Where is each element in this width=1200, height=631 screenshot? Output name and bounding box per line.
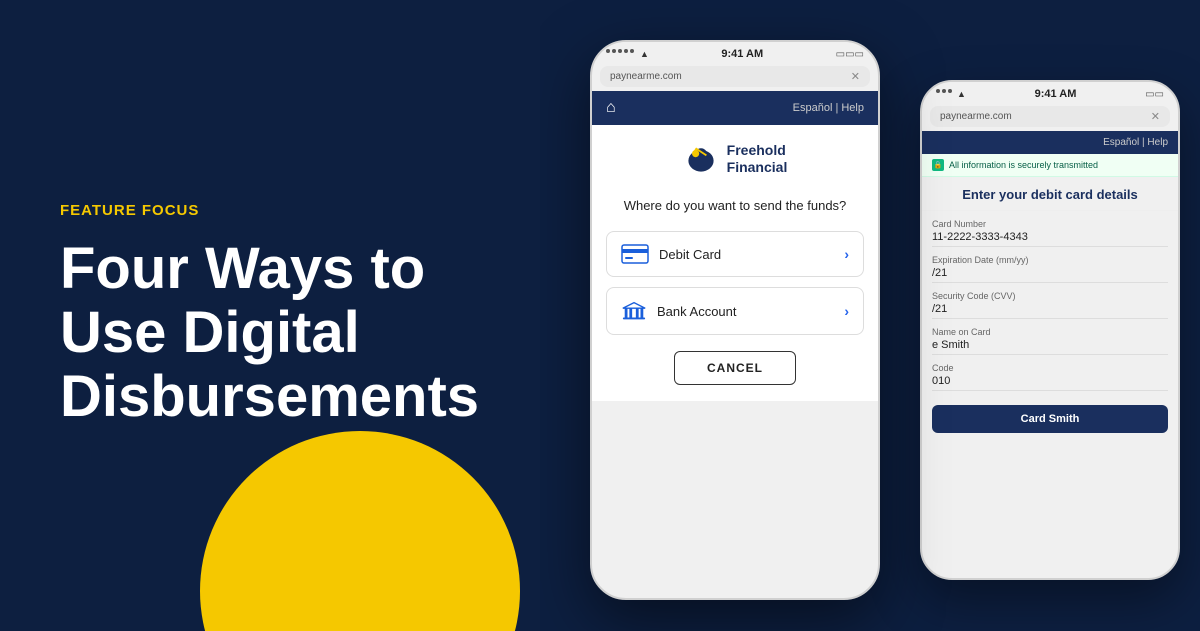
funds-question: Where do you want to send the funds? (606, 197, 864, 215)
right-section: ▲ 9:41 AM ▭▭▭ paynearme.com ✕ ⌂ Español … (540, 0, 1200, 631)
phone2-nav: Español | Help (922, 131, 1178, 154)
secure-text: All information is securely transmitted (949, 160, 1098, 170)
main-heading: Four Ways to Use Digital Disbursements (60, 237, 520, 428)
phone-time: 9:41 AM (721, 48, 763, 60)
card-smith-button[interactable]: Card Smith (932, 405, 1168, 433)
dot1 (606, 49, 610, 53)
phone2-nav-links[interactable]: Español | Help (1103, 137, 1168, 148)
phone2-url-bar[interactable]: paynearme.com ✕ (930, 106, 1170, 127)
lock-icon: 🔒 (932, 159, 944, 171)
phone-status-bar: ▲ 9:41 AM ▭▭▭ (592, 42, 878, 66)
home-icon[interactable]: ⌂ (606, 99, 616, 117)
dot3b (948, 89, 952, 93)
debit-card-icon (621, 244, 649, 264)
phone-nav: ⌂ Español | Help (592, 91, 878, 125)
wifi-icon: ▲ (640, 49, 649, 59)
bank-chevron-icon: › (844, 303, 849, 319)
debit-form: Card Number 11-2222-3333-4343 Expiration… (922, 211, 1178, 441)
url-text: paynearme.com (610, 71, 682, 82)
cvv-label: Security Code (CVV) (932, 291, 1168, 301)
freehold-logo-icon (683, 141, 719, 177)
url-bar[interactable]: paynearme.com ✕ (600, 66, 870, 87)
card-details-title: Enter your debit card details (922, 177, 1178, 211)
yellow-circle-decoration (200, 431, 520, 631)
card-number-label: Card Number (932, 219, 1168, 229)
expiration-label: Expiration Date (mm/yy) (932, 255, 1168, 265)
secure-banner: 🔒 All information is securely transmitte… (922, 154, 1178, 177)
debit-option-left: Debit Card (621, 244, 721, 264)
bank-account-option[interactable]: Bank Account › (606, 287, 864, 335)
cvv-value[interactable]: /21 (932, 303, 1168, 319)
card-number-value[interactable]: 11-2222-3333-4343 (932, 231, 1168, 247)
wifi-icon2: ▲ (957, 89, 966, 99)
phone-content: Freehold Financial Where do you want to … (592, 125, 878, 401)
name-label: Name on Card (932, 327, 1168, 337)
phone2-url-text: paynearme.com (940, 111, 1012, 122)
dot5 (630, 49, 634, 53)
phone-dots: ▲ (606, 49, 649, 59)
logo-area: Freehold Financial (606, 141, 864, 187)
bank-icon (621, 300, 647, 322)
phone2-status-bar: ▲ 9:41 AM ▭▭ (922, 82, 1178, 106)
dot3 (618, 49, 622, 53)
phone-signal: ▭▭▭ (836, 49, 864, 60)
left-section: FEATURE FOCUS Four Ways to Use Digital D… (0, 0, 580, 631)
feature-focus-label: FEATURE FOCUS (60, 202, 520, 219)
dot1b (936, 89, 940, 93)
nav-links[interactable]: Español | Help (793, 102, 864, 114)
cvv-field: Security Code (CVV) /21 (932, 291, 1168, 319)
expiration-value[interactable]: /21 (932, 267, 1168, 283)
dot2b (942, 89, 946, 93)
phone2-signal: ▭▭ (1145, 89, 1164, 100)
phone-back: ▲ 9:41 AM ▭▭ paynearme.com ✕ Español | H… (920, 80, 1180, 580)
dot2 (612, 49, 616, 53)
cancel-button[interactable]: CANCEL (674, 351, 796, 385)
phone2-close-icon[interactable]: ✕ (1151, 110, 1160, 123)
bank-option-left: Bank Account (621, 300, 737, 322)
name-on-card-field: Name on Card e Smith (932, 327, 1168, 355)
dot4 (624, 49, 628, 53)
code-label: Code (932, 363, 1168, 373)
logo-text: Freehold Financial (727, 142, 788, 176)
phone2-dots: ▲ (936, 89, 966, 99)
code-field: Code 010 (932, 363, 1168, 391)
card-number-field: Card Number 11-2222-3333-4343 (932, 219, 1168, 247)
bank-account-label: Bank Account (657, 304, 737, 319)
close-icon[interactable]: ✕ (851, 70, 860, 83)
phone-front: ▲ 9:41 AM ▭▭▭ paynearme.com ✕ ⌂ Español … (590, 40, 880, 600)
debit-chevron-icon: › (844, 246, 849, 262)
phone2-time: 9:41 AM (1035, 88, 1077, 100)
debit-card-option[interactable]: Debit Card › (606, 231, 864, 277)
code-value[interactable]: 010 (932, 375, 1168, 391)
expiration-field: Expiration Date (mm/yy) /21 (932, 255, 1168, 283)
debit-card-label: Debit Card (659, 247, 721, 262)
name-value[interactable]: e Smith (932, 339, 1168, 355)
